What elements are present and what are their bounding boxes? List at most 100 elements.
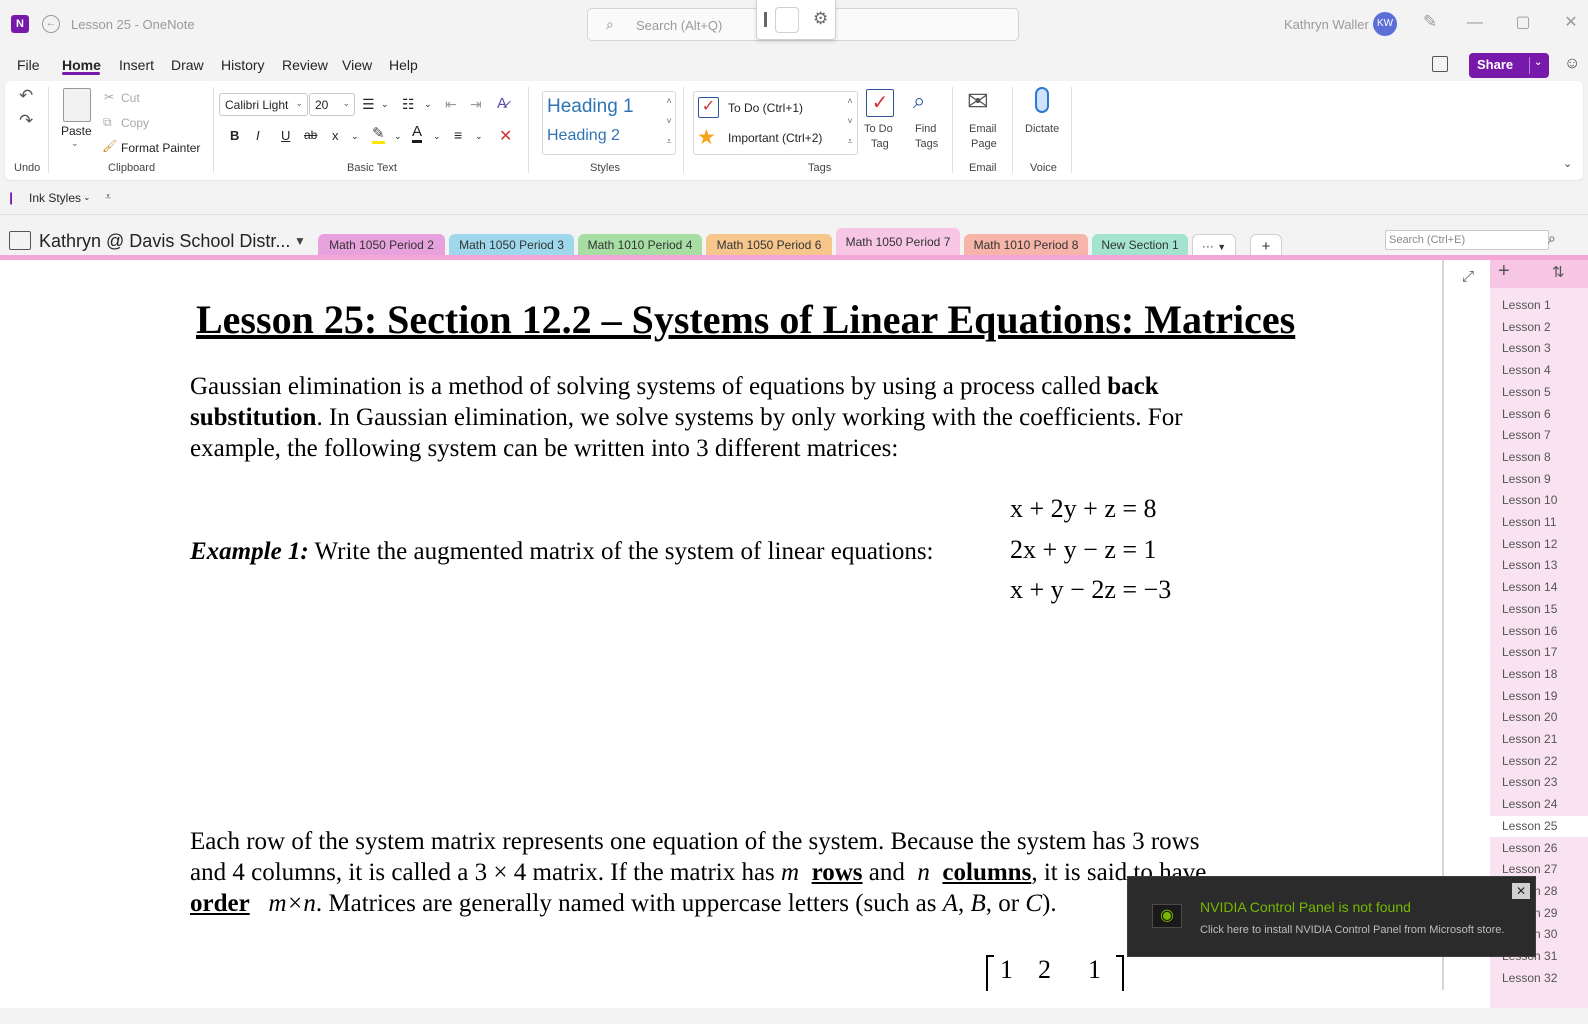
- gear-icon[interactable]: ⚙: [813, 9, 828, 29]
- menu-insert[interactable]: Insert: [119, 57, 154, 73]
- equation-1[interactable]: x + 2y + z = 8: [1010, 494, 1157, 524]
- page-item[interactable]: Lesson 20: [1490, 707, 1588, 728]
- paragraph-line[interactable]: Each row of the system matrix represents…: [190, 826, 1199, 857]
- paste-icon[interactable]: [63, 88, 91, 122]
- add-page-icon[interactable]: +: [1498, 260, 1510, 283]
- find-tags-label-line1[interactable]: Find: [915, 123, 936, 135]
- section-tab-active[interactable]: Math 1050 Period 7: [836, 228, 960, 257]
- todo-tag-item[interactable]: To Do (Ctrl+1): [728, 101, 803, 115]
- styles-expand-icon[interactable]: ⩡: [662, 132, 676, 151]
- more-sections-button[interactable]: ··· ▼: [1192, 234, 1236, 257]
- expand-icon[interactable]: ⤢: [1462, 268, 1474, 285]
- paragraph-line[interactable]: Gaussian elimination is a method of solv…: [190, 371, 1159, 402]
- microphone-icon[interactable]: [1035, 87, 1049, 113]
- page-item[interactable]: Lesson 5: [1490, 382, 1588, 403]
- chevron-down-icon[interactable]: ⌄: [351, 131, 359, 142]
- italic-button[interactable]: I: [256, 128, 260, 143]
- section-tab[interactable]: New Section 1: [1092, 234, 1188, 257]
- page-item[interactable]: Lesson 19: [1490, 686, 1588, 707]
- todo-tag-icon[interactable]: ✓: [866, 89, 894, 117]
- minimize-button[interactable]: —: [1464, 10, 1486, 36]
- page-item[interactable]: Lesson 9: [1490, 469, 1588, 490]
- cut-button[interactable]: Cut: [121, 91, 140, 105]
- paste-button[interactable]: Paste: [61, 124, 92, 138]
- equation-2[interactable]: 2x + y − z = 1: [1010, 535, 1157, 565]
- chevron-down-icon[interactable]: ▼: [294, 234, 306, 248]
- page-item[interactable]: Lesson 10: [1490, 490, 1588, 511]
- email-page-label-line1[interactable]: Email: [969, 123, 997, 135]
- paragraph-line[interactable]: order m×n. Matrices are generally named …: [190, 888, 1057, 919]
- decrease-indent-icon[interactable]: ⇤: [445, 96, 457, 113]
- menu-review[interactable]: Review: [282, 57, 328, 73]
- copy-button[interactable]: Copy: [121, 116, 149, 130]
- page-item[interactable]: Lesson 17: [1490, 642, 1588, 663]
- delete-icon[interactable]: ✕: [499, 126, 512, 146]
- chevron-down-icon[interactable]: ⌄: [83, 192, 91, 203]
- page-item[interactable]: Lesson 21: [1490, 729, 1588, 750]
- page-item[interactable]: Lesson 12: [1490, 534, 1588, 555]
- page-item[interactable]: Lesson 2: [1490, 317, 1588, 338]
- styles-scroll-down-icon[interactable]: ˅: [662, 112, 676, 131]
- format-painter-button[interactable]: Format Painter: [121, 141, 200, 155]
- equation-3[interactable]: x + y − 2z = −3: [1010, 575, 1171, 605]
- subscript-button[interactable]: x: [332, 128, 339, 143]
- clear-formatting-icon[interactable]: A̷: [497, 95, 507, 112]
- strikethrough-button[interactable]: ab: [304, 128, 317, 142]
- menu-draw[interactable]: Draw: [171, 57, 204, 73]
- notebook-name[interactable]: Kathryn @ Davis School Distr...: [39, 231, 290, 252]
- close-icon[interactable]: ✕: [1512, 883, 1530, 899]
- heading-1-style[interactable]: Heading 1: [547, 96, 634, 118]
- customize-toolbar-icon[interactable]: ⩡: [105, 191, 111, 204]
- bullets-icon[interactable]: ☰: [362, 96, 375, 113]
- dictate-button[interactable]: Dictate: [1025, 123, 1059, 135]
- align-icon[interactable]: ≡: [454, 127, 462, 143]
- chevron-down-icon[interactable]: ⌄: [433, 131, 441, 142]
- page-item[interactable]: Lesson 3: [1490, 338, 1588, 359]
- page-search-input[interactable]: Search (Ctrl+E): [1385, 230, 1549, 250]
- example-prompt[interactable]: Example 1: Write the augmented matrix of…: [190, 536, 934, 567]
- increase-indent-icon[interactable]: ⇥: [470, 96, 482, 113]
- chevron-down-icon[interactable]: ⌄: [1534, 57, 1542, 68]
- share-button[interactable]: Share ⌄: [1469, 53, 1549, 78]
- page-item[interactable]: Lesson 32: [1490, 968, 1588, 989]
- find-tags-icon[interactable]: ⌕: [913, 88, 925, 114]
- important-tag-item[interactable]: Important (Ctrl+2): [728, 131, 822, 145]
- feedback-icon[interactable]: ☺: [1564, 55, 1580, 73]
- ink-styles-button[interactable]: Ink Styles: [29, 191, 81, 205]
- font-size-select[interactable]: 20 ⌄: [309, 93, 355, 116]
- page-title[interactable]: Lesson 25: Section 12.2 – Systems of Lin…: [196, 296, 1295, 343]
- paragraph-line[interactable]: substitution. In Gaussian elimination, w…: [190, 402, 1183, 433]
- section-tab[interactable]: Math 1010 Period 4: [578, 234, 702, 257]
- menu-home[interactable]: Home: [62, 57, 101, 73]
- page-item[interactable]: Lesson 14: [1490, 577, 1588, 598]
- menu-file[interactable]: File: [17, 57, 40, 73]
- underline-button[interactable]: U: [281, 128, 290, 143]
- notebook-icon[interactable]: [1432, 56, 1448, 72]
- chevron-down-icon[interactable]: ⌄: [381, 99, 389, 110]
- drag-handle[interactable]: [764, 12, 767, 27]
- section-tab[interactable]: Math 1050 Period 2: [318, 234, 445, 257]
- styles-scroll-up-icon[interactable]: ˄: [662, 92, 676, 111]
- tags-scroll-up-icon[interactable]: ˄: [843, 92, 857, 111]
- ink-styles-icon[interactable]: |||: [9, 190, 14, 205]
- snap-button[interactable]: [775, 7, 799, 33]
- chevron-down-icon[interactable]: ⌄: [475, 131, 483, 142]
- page-item[interactable]: Lesson 11: [1490, 512, 1588, 533]
- page-item[interactable]: Lesson 18: [1490, 664, 1588, 685]
- paragraph-line[interactable]: and 4 columns, it is called a 3 × 4 matr…: [190, 857, 1206, 888]
- sort-pages-icon[interactable]: ⇅: [1552, 263, 1565, 281]
- page-item[interactable]: Lesson 6: [1490, 404, 1588, 425]
- page-item[interactable]: Lesson 22: [1490, 751, 1588, 772]
- section-tab[interactable]: Math 1050 Period 3: [449, 234, 574, 257]
- chevron-down-icon[interactable]: ⌄: [424, 99, 432, 110]
- numbering-icon[interactable]: ☷: [402, 96, 415, 113]
- chevron-down-icon[interactable]: ⌄: [71, 138, 79, 149]
- page-item[interactable]: Lesson 4: [1490, 360, 1588, 381]
- section-tab[interactable]: Math 1010 Period 8: [964, 234, 1088, 257]
- find-tags-label-line2[interactable]: Tags: [915, 138, 938, 150]
- page-item[interactable]: Lesson 23: [1490, 772, 1588, 793]
- todo-tag-label-line2[interactable]: Tag: [871, 138, 889, 150]
- menu-help[interactable]: Help: [389, 57, 418, 73]
- page-item[interactable]: Lesson 26: [1490, 838, 1588, 859]
- page-item[interactable]: Lesson 13: [1490, 555, 1588, 576]
